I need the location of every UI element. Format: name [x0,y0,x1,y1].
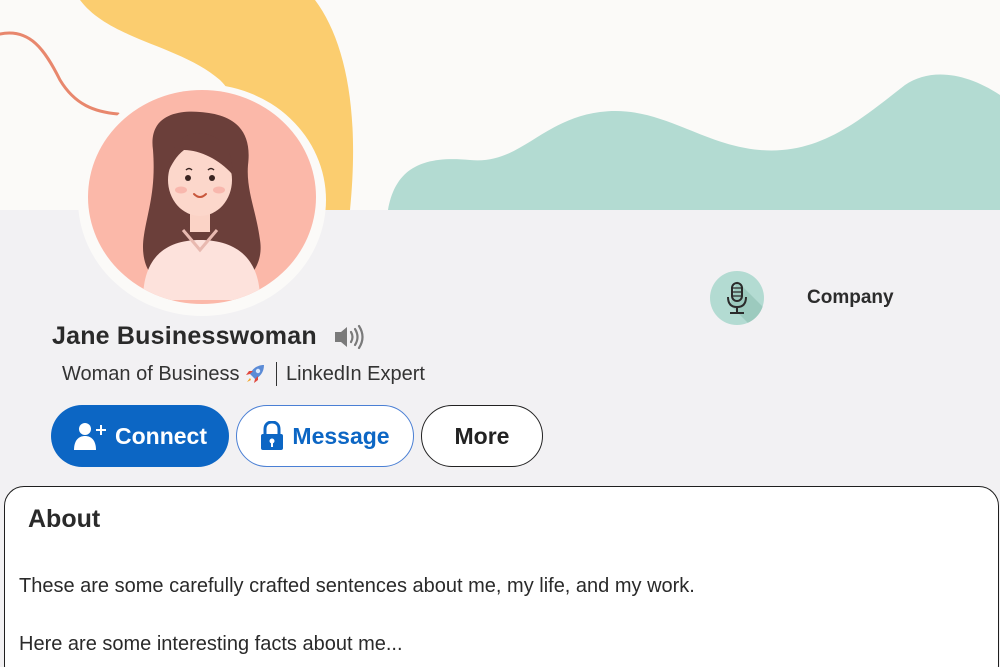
add-user-icon [73,421,107,451]
speaker-icon[interactable] [333,324,365,350]
avatar-illustration [142,111,261,300]
name-row: Jane Businesswoman [52,322,365,351]
rocket-icon [244,363,266,385]
message-label: Message [292,422,390,449]
about-section: About These are some carefully crafted s… [4,486,999,667]
lock-icon [260,421,284,451]
connect-button[interactable]: Connect [51,405,229,467]
headline-title: LinkedIn Expert [286,362,425,385]
connect-label: Connect [115,422,207,449]
about-paragraph: These are some carefully crafted sentenc… [19,575,695,597]
headline-separator [275,362,277,386]
message-button[interactable]: Message [236,405,414,467]
about-paragraph: Here are some interesting facts about me… [19,633,403,655]
company-name[interactable]: Company [807,287,894,309]
more-button[interactable]: More [421,405,543,467]
profile-headline: Woman of Business LinkedIn Expert [62,362,425,386]
about-title: About [28,505,101,533]
profile-name: Jane Businesswoman [52,322,317,350]
more-label: More [454,422,510,449]
company-link[interactable]: Company [710,271,894,325]
headline-role: Woman of Business [62,362,240,385]
microphone-icon [710,271,764,325]
avatar[interactable] [88,90,316,304]
